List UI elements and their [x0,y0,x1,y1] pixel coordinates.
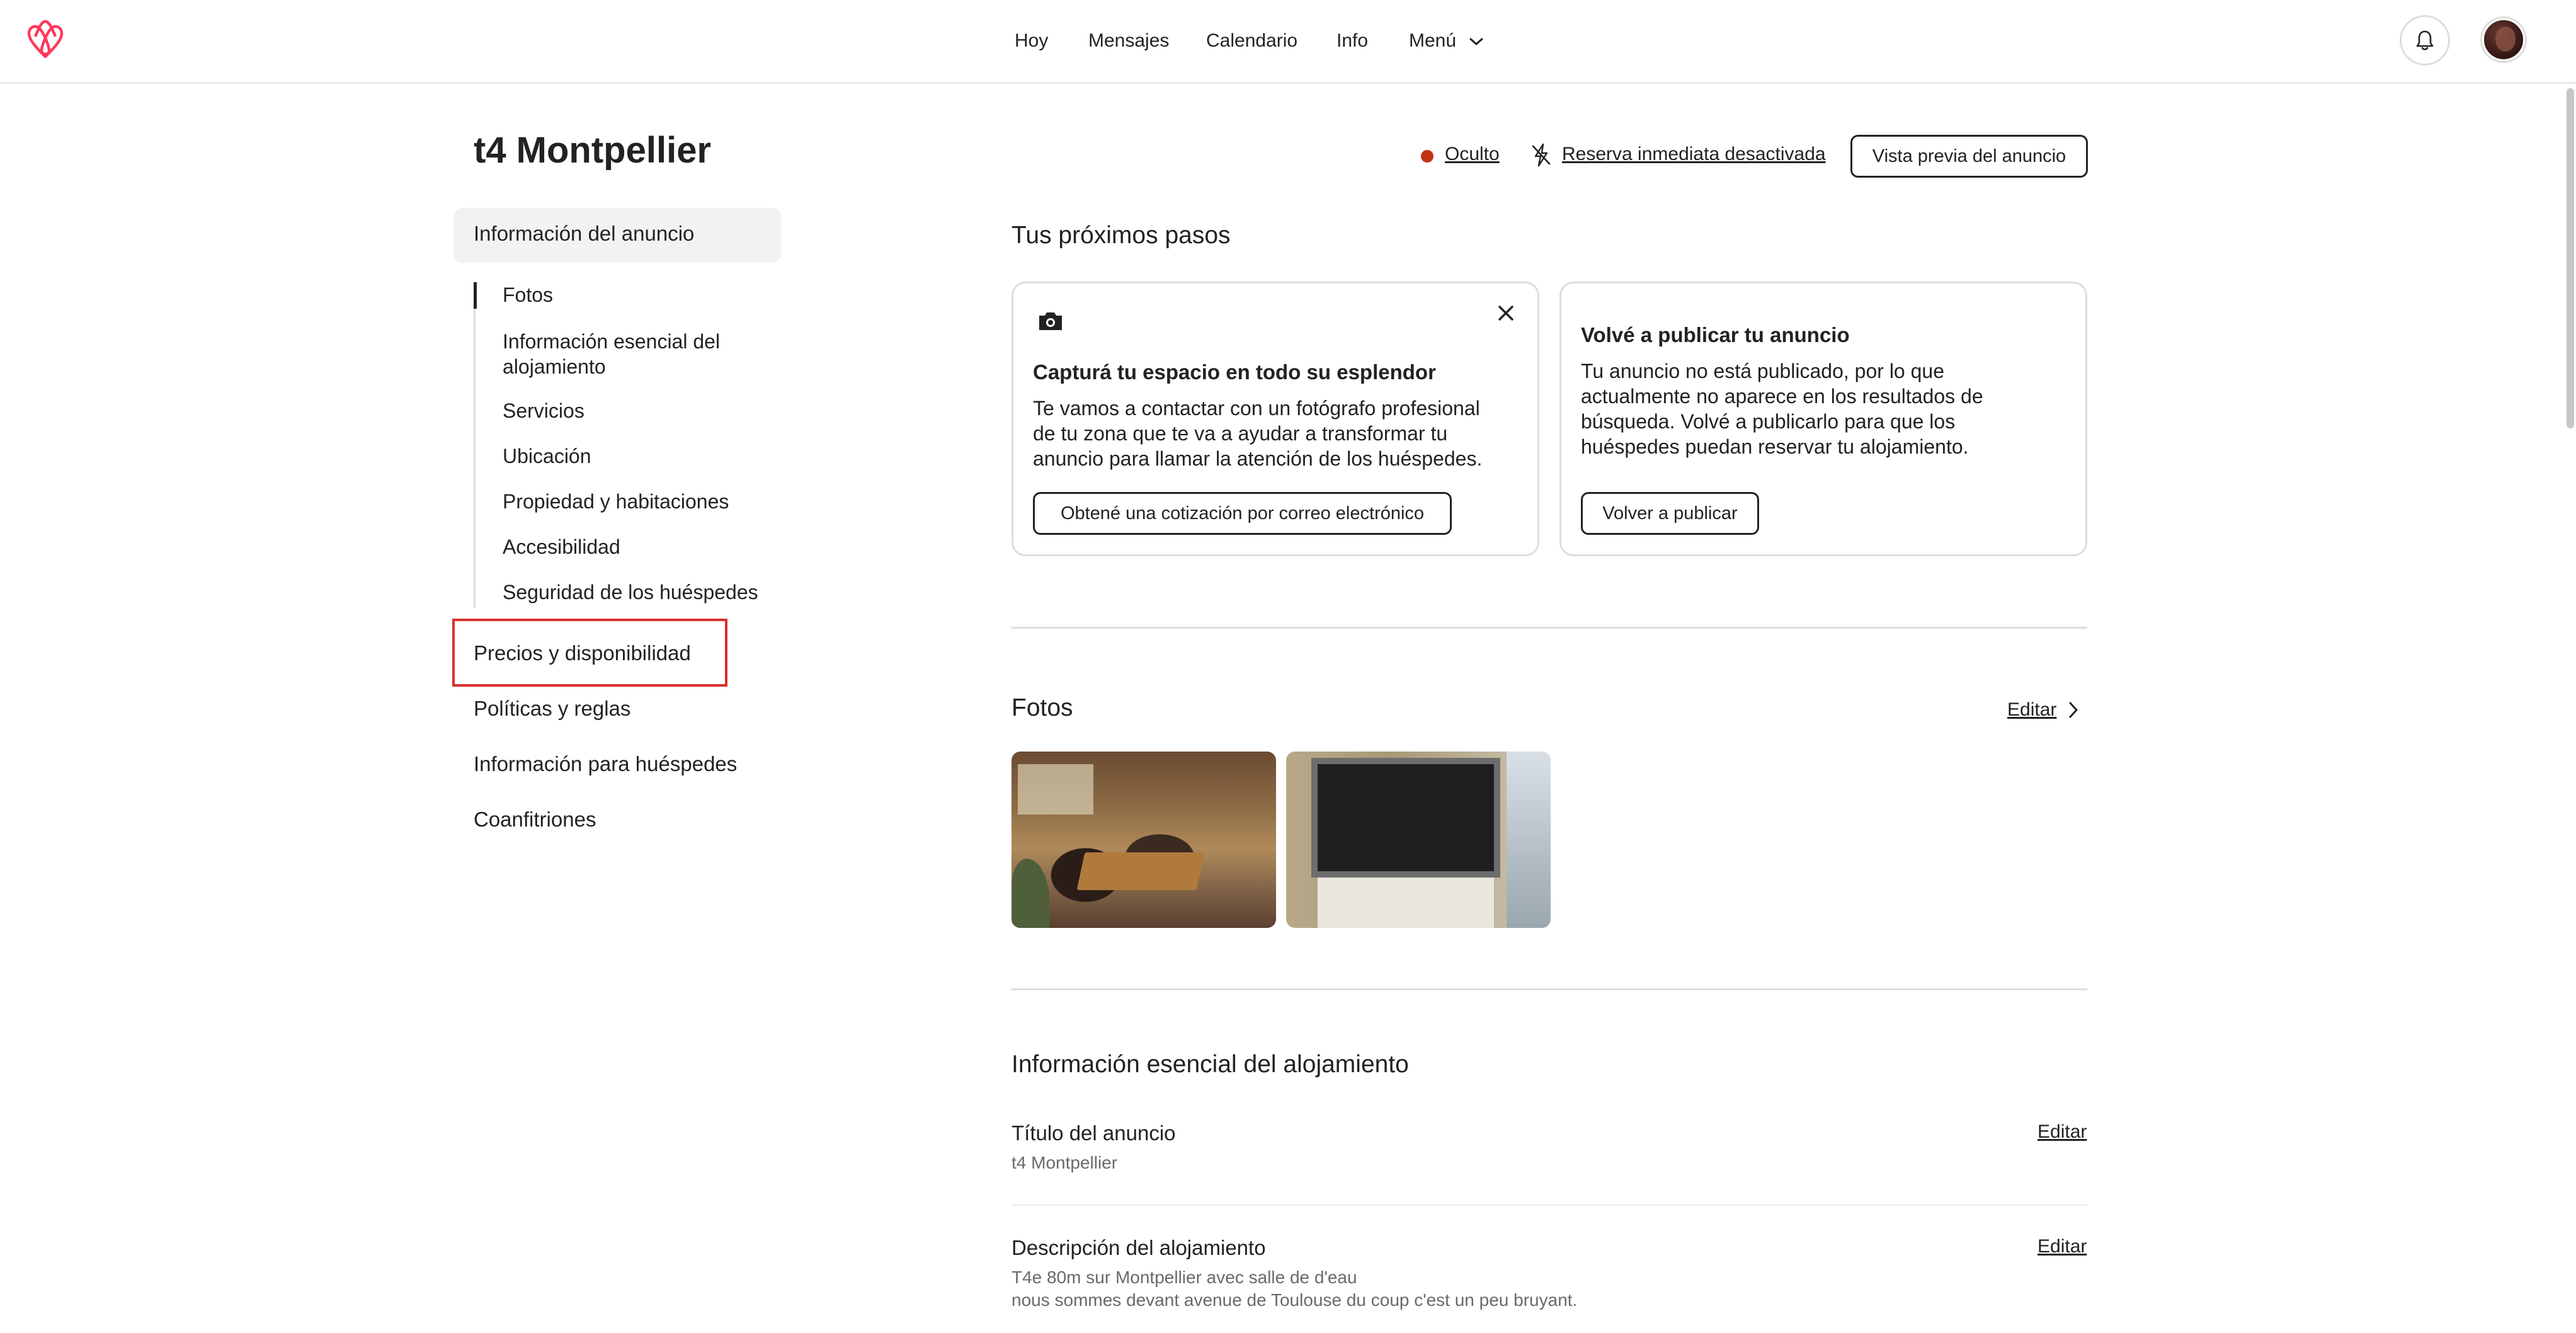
card-body-line: huéspedes puedan reservar tu alojamiento… [1581,435,1969,458]
sidebar-item-coanfitriones[interactable]: Coanfitriones [474,808,596,832]
highlight-box [452,619,727,687]
edit-description-link[interactable]: Editar [2037,1236,2087,1257]
avatar[interactable] [2482,18,2525,61]
sidebar-subitem-informacion-esencial[interactable]: Información esencial del alojamiento [503,329,755,379]
card-body-line: Te vamos a contactar con un fotógrafo pr… [1033,397,1480,420]
field-value-title: t4 Montpellier [1012,1152,1117,1174]
card-body: Tu anuncio no está publicado, por lo que… [1581,358,1983,459]
close-icon[interactable] [1495,302,1517,324]
card-body-line: Tu anuncio no está publicado, por lo que [1581,360,1944,382]
photo-detail [1076,852,1205,890]
sidebar-sub-rail [474,282,476,608]
instant-book-off-icon [1532,143,1551,167]
sidebar-item-informacion-del-anuncio[interactable]: Información del anuncio [474,222,694,246]
section-divider [1012,627,2087,629]
instant-book-link[interactable]: Reserva inmediata desactivada [1562,144,1826,165]
get-quote-button[interactable]: Obtené una cotización por correo electró… [1033,492,1452,535]
nav-item-calendario[interactable]: Calendario [1206,25,1297,57]
section-divider [1012,988,2087,990]
field-value-description: T4e 80m sur Montpellier avec salle de d'… [1012,1266,1577,1312]
notifications-button[interactable] [2400,15,2450,66]
scrollbar[interactable] [2567,88,2574,428]
photos-section-title: Fotos [1012,694,1073,721]
status-dot [1421,150,1433,163]
nav-item-mensajes[interactable]: Mensajes [1088,25,1169,57]
essential-info-title: Información esencial del alojamiento [1012,1051,1409,1078]
field-value-line: t4 Montpellier [1012,1153,1118,1172]
republish-button[interactable]: Volver a publicar [1581,492,1759,535]
card-body-line: actualmente no aparece en los resultados… [1581,385,1983,408]
sidebar-subitem-ubicacion[interactable]: Ubicación [503,445,591,468]
field-value-line: T4e 80m sur Montpellier avec salle de d'… [1012,1267,1357,1287]
listing-photo[interactable] [1286,752,1551,928]
field-value-line: nous sommes devant avenue de Toulouse du… [1012,1290,1578,1310]
menu-label: Menú [1409,30,1457,51]
row-divider [1012,1204,2087,1206]
sidebar-item-informacion-huespedes[interactable]: Información para huéspedes [474,752,737,776]
chevron-right-icon[interactable] [2068,701,2079,719]
photo-detail [1507,752,1551,928]
nav-item-info[interactable]: Info [1336,25,1368,57]
sidebar-item-politicas[interactable]: Políticas y reglas [474,697,630,721]
top-navigation-bar: Hoy Mensajes Calendario Info Menú [0,0,2576,84]
sidebar-subitem-seguridad[interactable]: Seguridad de los huéspedes [503,581,758,604]
photo-detail [1311,758,1500,878]
photos-edit-link[interactable]: Editar [2007,699,2056,721]
next-steps-title: Tus próximos pasos [1012,222,1231,249]
sidebar-sub-rail-active [474,282,477,309]
bell-icon [2416,30,2434,50]
main-nav: Hoy Mensajes Calendario Info Menú [0,25,2576,57]
nav-item-hoy[interactable]: Hoy [1015,25,1048,57]
page-title: t4 Montpellier [474,130,712,171]
card-body: Te vamos a contactar con un fotógrafo pr… [1033,396,1482,471]
camera-icon [1039,312,1062,330]
nav-item-menu[interactable]: Menú [1409,25,1484,57]
photo-detail [1012,859,1049,928]
card-body-line: búsqueda. Volvé a publicarlo para que lo… [1581,410,1956,433]
field-label-title: Título del anuncio [1012,1121,1176,1145]
photo-detail [1018,764,1093,815]
sidebar-subitem-propiedad[interactable]: Propiedad y habitaciones [503,490,729,513]
sidebar-subitem-accesibilidad[interactable]: Accesibilidad [503,535,620,559]
chevron-down-icon [1469,38,1483,45]
edit-title-link[interactable]: Editar [2037,1121,2087,1143]
preview-listing-button[interactable]: Vista previa del anuncio [1850,135,2088,178]
photo-detail [1318,878,1494,928]
card-title: Volvé a publicar tu anuncio [1581,323,1850,346]
card-title: Capturá tu espacio en todo su esplendor [1033,360,1436,384]
card-body-line: de tu zona que te va a ayudar a transfor… [1033,422,1448,445]
sidebar-subitem-fotos[interactable]: Fotos [503,283,553,307]
field-label-description: Descripción del alojamiento [1012,1236,1266,1259]
card-body-line: anuncio para llamar la atención de los h… [1033,447,1483,470]
listing-status-link[interactable]: Oculto [1445,144,1500,165]
listing-photo[interactable] [1012,752,1276,928]
sidebar-subitem-servicios[interactable]: Servicios [503,399,584,423]
